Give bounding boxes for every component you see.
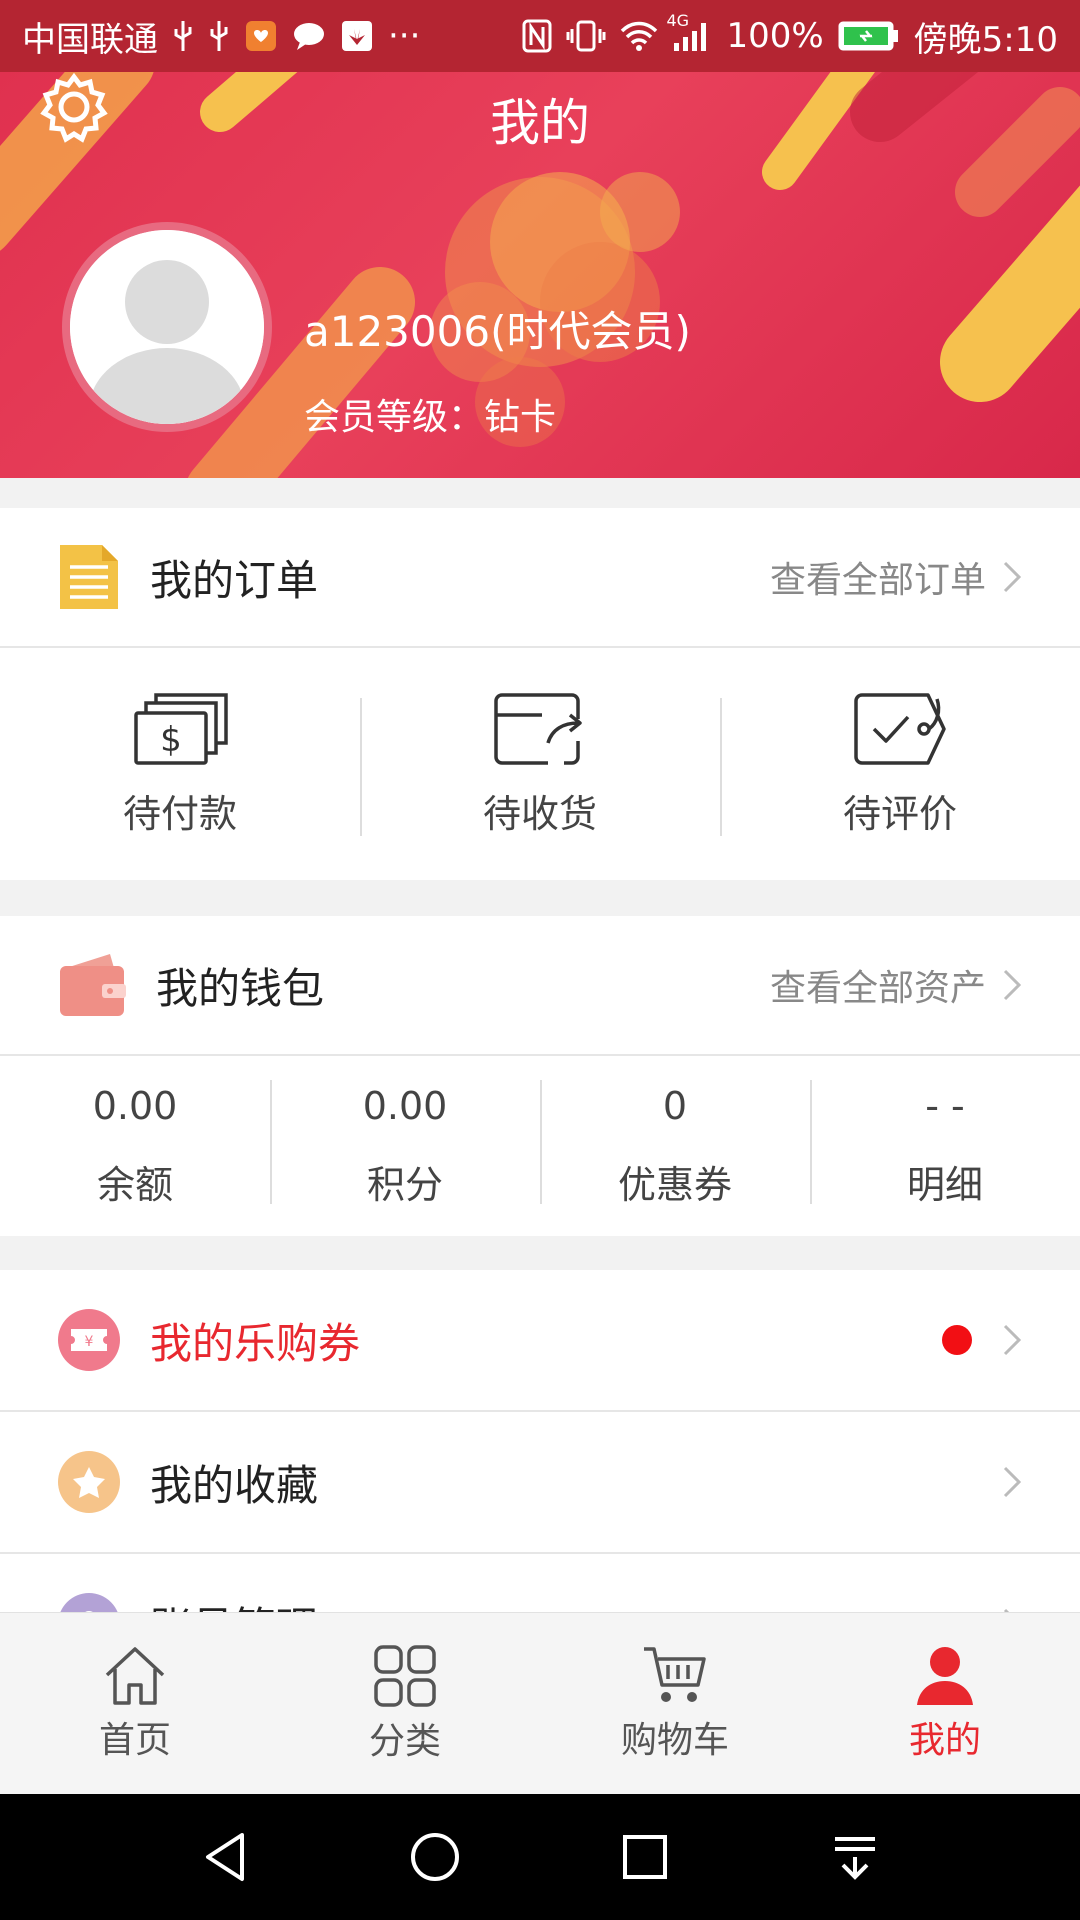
coupons-label: 优惠券: [617, 1162, 732, 1207]
vibrate-icon: [566, 19, 606, 53]
app-notification-icon: [244, 19, 278, 53]
pending-payment-label: 待付款: [122, 791, 237, 836]
clock: 傍晚5:10: [913, 19, 1058, 60]
review-tag-icon: [854, 692, 946, 765]
my-favorites-row[interactable]: 我的收藏: [0, 1412, 1080, 1554]
pending-receipt-button[interactable]: 待收货: [360, 648, 720, 880]
pending-payment-button[interactable]: $ 待付款: [0, 648, 360, 880]
category-grid-icon: [374, 1645, 436, 1707]
home-circle-icon: [411, 1833, 459, 1881]
battery-charging-icon: [838, 21, 900, 51]
wallet-section: 我的钱包 查看全部资产 0.00 余额 0.00 积分 0 优惠券 - - 明细: [0, 916, 1080, 1236]
system-nav-bar: [0, 1794, 1080, 1920]
orders-section: 我的订单 查看全部订单 $ 待付款 待收货 待评价: [0, 508, 1080, 880]
wallet-summary-row: 0.00 余额 0.00 积分 0 优惠券 - - 明细: [0, 1056, 1080, 1236]
details-label: 明细: [906, 1162, 983, 1207]
orders-title: 我的订单: [150, 555, 319, 605]
balance-label: 余额: [96, 1162, 173, 1207]
notification-pull-button[interactable]: [815, 1817, 895, 1897]
delivery-box-icon: [494, 692, 582, 765]
network-type-label: 4G: [666, 11, 690, 30]
view-all-orders-link[interactable]: 查看全部订单: [770, 551, 1022, 603]
shopping-cart-icon: [644, 1647, 706, 1702]
recents-button[interactable]: [605, 1817, 685, 1897]
tab-cart-label: 购物车: [620, 1720, 729, 1761]
points-label: 积分: [366, 1162, 443, 1207]
my-coupons-label: 我的乐购券: [150, 1318, 361, 1368]
my-favorites-label: 我的收藏: [150, 1460, 319, 1510]
status-bar: 中国联通 ··· 4G 100% 傍晚5:10: [0, 0, 1080, 72]
home-icon: [105, 1647, 165, 1705]
message-icon: [292, 19, 326, 53]
wallet-header[interactable]: 我的钱包 查看全部资产: [0, 916, 1080, 1056]
tab-mine[interactable]: 我的: [810, 1613, 1080, 1795]
balance-item[interactable]: 0.00 余额: [0, 1056, 270, 1236]
svg-text:$: $: [160, 720, 182, 760]
pending-receipt-label: 待收货: [482, 791, 597, 836]
svg-text:¥: ¥: [85, 1334, 94, 1350]
nfc-icon: [522, 19, 552, 53]
profile-header: 我的 a123006(时代会员) 会员等级：钻卡: [0, 72, 1080, 478]
usb-icon: [208, 19, 230, 53]
chevron-right-icon: [1003, 561, 1022, 593]
coupon-ticket-icon: ¥: [58, 1309, 120, 1371]
details-item[interactable]: - - 明细: [810, 1056, 1080, 1236]
coupons-item[interactable]: 0 优惠券: [540, 1056, 810, 1236]
my-coupons-row[interactable]: ¥ 我的乐购券: [0, 1270, 1080, 1412]
chevron-right-icon: [1003, 1324, 1022, 1356]
balance-value: 0.00: [92, 1083, 178, 1128]
pending-review-button[interactable]: 待评价: [720, 648, 1080, 880]
usb-icon: [172, 19, 194, 53]
chevron-right-icon: [1003, 969, 1022, 1001]
coupons-value: 0: [662, 1083, 688, 1128]
view-all-orders-label: 查看全部订单: [769, 560, 986, 601]
view-all-assets-label: 查看全部资产: [769, 968, 986, 1009]
tab-home-label: 首页: [98, 1720, 171, 1761]
orders-header[interactable]: 我的订单 查看全部订单: [0, 508, 1080, 648]
points-value: 0.00: [362, 1083, 448, 1128]
member-level: 会员等级：钻卡: [304, 397, 557, 438]
pending-review-label: 待评价: [842, 791, 957, 836]
recents-square-icon: [623, 1835, 667, 1879]
avatar[interactable]: [62, 222, 272, 432]
tab-home[interactable]: 首页: [0, 1613, 270, 1795]
huawei-icon: [340, 19, 374, 53]
details-value: - -: [925, 1083, 965, 1128]
username: a123006(时代会员): [304, 307, 691, 356]
tab-category[interactable]: 分类: [270, 1613, 540, 1795]
tab-category-label: 分类: [368, 1721, 441, 1762]
default-avatar-icon: [70, 230, 264, 424]
home-nav-button[interactable]: [395, 1817, 475, 1897]
signal-icon: 4G: [666, 11, 712, 53]
more-notifications-icon: ···: [388, 16, 421, 56]
back-button[interactable]: [185, 1817, 265, 1897]
cash-stack-icon: $: [134, 692, 228, 765]
bottom-tab-bar: 首页 分类 购物车 我的: [0, 1612, 1080, 1795]
tab-mine-label: 我的: [908, 1720, 981, 1761]
star-icon: [58, 1451, 120, 1513]
pull-down-icon: [835, 1837, 875, 1880]
order-document-icon: [60, 545, 118, 609]
carrier-label: 中国联通: [22, 19, 158, 60]
wallet-icon: [60, 954, 126, 1016]
tab-cart[interactable]: 购物车: [540, 1613, 810, 1795]
points-item[interactable]: 0.00 积分: [270, 1056, 540, 1236]
wifi-icon: [620, 20, 658, 52]
person-icon: [917, 1647, 973, 1705]
back-triangle-icon: [206, 1833, 244, 1881]
battery-percent: 100%: [726, 16, 824, 56]
order-status-row: $ 待付款 待收货 待评价: [0, 648, 1080, 880]
wallet-title: 我的钱包: [156, 963, 325, 1013]
view-all-assets-link[interactable]: 查看全部资产: [770, 959, 1022, 1011]
chevron-right-icon: [1003, 1466, 1022, 1498]
new-badge-dot: [942, 1325, 972, 1355]
page-title: 我的: [490, 94, 590, 152]
